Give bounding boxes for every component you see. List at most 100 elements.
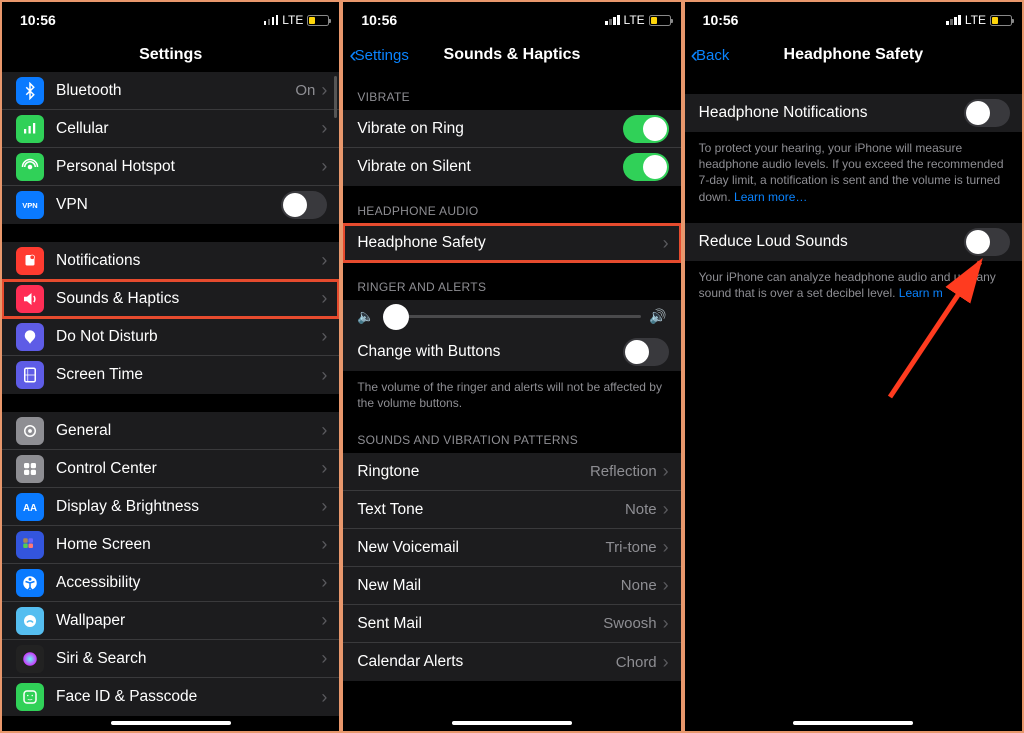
row-label: Calendar Alerts (357, 653, 615, 671)
row-sent-mail[interactable]: Sent MailSwoosh› (343, 605, 680, 643)
section-headphone: Headphone Audio (343, 186, 680, 224)
row-notifications[interactable]: Notifications› (2, 242, 339, 280)
sounds-list[interactable]: Vibrate Vibrate on RingVibrate on Silent… (343, 72, 680, 731)
status-right: LTE (605, 13, 671, 27)
page-title: Sounds & Haptics (444, 46, 581, 64)
row-label: Home Screen (56, 536, 321, 554)
row-wallpaper[interactable]: Wallpaper› (2, 602, 339, 640)
row-vpn[interactable]: VPNVPN (2, 186, 339, 224)
row-label: Reduce Loud Sounds (699, 233, 964, 251)
chevron-right-icon: › (321, 365, 327, 386)
row-new-mail[interactable]: New MailNone › (343, 567, 680, 605)
row-label: Face ID & Passcode (56, 688, 321, 706)
ringer-footnote: The volume of the ringer and alerts will… (343, 371, 680, 415)
row-detail: Reflection (590, 463, 657, 480)
status-bar: 10:56 LTE (685, 2, 1022, 38)
nav-bar: Settings (2, 38, 339, 72)
row-screen-time[interactable]: Screen Time› (2, 356, 339, 394)
homescreen-icon (16, 531, 44, 559)
row-general[interactable]: General› (2, 412, 339, 450)
battery-icon (649, 15, 671, 26)
status-right: LTE (946, 13, 1012, 27)
scroll-indicator[interactable] (334, 76, 337, 118)
chevron-right-icon: › (321, 572, 327, 593)
status-time: 10:56 (361, 12, 397, 28)
general-icon (16, 417, 44, 445)
svg-text:VPN: VPN (22, 201, 37, 210)
row-headphone-notifications[interactable]: Headphone Notifications (685, 94, 1022, 132)
row-change-with-buttons[interactable]: Change with Buttons (343, 333, 680, 371)
status-time: 10:56 (703, 12, 739, 28)
chevron-right-icon: › (321, 458, 327, 479)
toggle[interactable] (623, 115, 669, 143)
row-text-tone[interactable]: Text ToneNote› (343, 491, 680, 529)
row-detail: Chord (616, 654, 657, 671)
sounds-icon (16, 285, 44, 313)
svg-text:AA: AA (23, 502, 37, 513)
row-label: Display & Brightness (56, 498, 321, 516)
bluetooth-icon (16, 77, 44, 105)
home-indicator[interactable] (111, 721, 231, 725)
row-label: Headphone Safety (357, 234, 662, 252)
learn-more-link[interactable]: Learn m (899, 286, 943, 300)
row-face-id-passcode[interactable]: Face ID & Passcode› (2, 678, 339, 716)
volume-low-icon: 🔈 (357, 308, 374, 325)
row-label: Accessibility (56, 574, 321, 592)
row-headphone-safety[interactable]: Headphone Safety › (343, 224, 680, 262)
headphone-safety-list[interactable]: Headphone Notifications To protect your … (685, 72, 1022, 731)
chevron-right-icon: › (321, 420, 327, 441)
chevron-right-icon: › (321, 534, 327, 555)
toggle-headphone-notifications[interactable] (964, 99, 1010, 127)
row-vibrate-on-silent[interactable]: Vibrate on Silent (343, 148, 680, 186)
row-display-brightness[interactable]: AADisplay & Brightness› (2, 488, 339, 526)
chevron-right-icon: › (321, 610, 327, 631)
row-accessibility[interactable]: Accessibility› (2, 564, 339, 602)
row-do-not-disturb[interactable]: Do Not Disturb› (2, 318, 339, 356)
slider-knob[interactable] (383, 304, 409, 330)
chevron-right-icon: › (321, 326, 327, 347)
row-vibrate-on-ring[interactable]: Vibrate on Ring (343, 110, 680, 148)
status-time: 10:56 (20, 12, 56, 28)
learn-more-link[interactable]: Learn more… (734, 190, 807, 204)
chevron-right-icon: › (663, 575, 669, 596)
row-personal-hotspot[interactable]: Personal Hotspot› (2, 148, 339, 186)
row-detail: Note (625, 501, 657, 518)
row-new-voicemail[interactable]: New VoicemailTri-tone› (343, 529, 680, 567)
chevron-right-icon: › (321, 648, 327, 669)
row-control-center[interactable]: Control Center› (2, 450, 339, 488)
row-label: New Mail (357, 577, 620, 595)
chevron-right-icon: › (321, 80, 327, 101)
network-label: LTE (282, 13, 303, 27)
row-bluetooth[interactable]: BluetoothOn› (2, 72, 339, 110)
chevron-right-icon: › (663, 652, 669, 673)
row-cellular[interactable]: Cellular› (2, 110, 339, 148)
ringer-volume-slider[interactable]: 🔈 🔊 (343, 300, 680, 333)
back-button[interactable]: ‹ Back (691, 44, 730, 66)
row-detail: Swoosh (603, 615, 656, 632)
row-calendar-alerts[interactable]: Calendar AlertsChord › (343, 643, 680, 681)
screen-headphone-safety: 10:56 LTE ‹ Back Headphone Safety Headph… (685, 2, 1022, 731)
toggle[interactable] (281, 191, 327, 219)
slider-track[interactable] (383, 315, 641, 318)
settings-list[interactable]: BluetoothOn›Cellular›Personal Hotspot›VP… (2, 72, 339, 731)
status-bar: 10:56 LTE (2, 2, 339, 38)
home-indicator[interactable] (793, 721, 913, 725)
screentime-icon (16, 361, 44, 389)
reduce-footnote: Your iPhone can analyze headphone audio … (685, 261, 1022, 305)
row-home-screen[interactable]: Home Screen› (2, 526, 339, 564)
row-reduce-loud-sounds[interactable]: Reduce Loud Sounds (685, 223, 1022, 261)
home-indicator[interactable] (452, 721, 572, 725)
row-detail: None (621, 577, 657, 594)
row-label: Vibrate on Silent (357, 158, 622, 176)
toggle[interactable] (623, 153, 669, 181)
row-ringtone[interactable]: RingtoneReflection› (343, 453, 680, 491)
toggle-reduce-loud-sounds[interactable] (964, 228, 1010, 256)
row-detail: On (295, 82, 315, 99)
back-button[interactable]: ‹ Settings (349, 44, 409, 66)
row-label: Screen Time (56, 366, 321, 384)
toggle-change-buttons[interactable] (623, 338, 669, 366)
row-sounds-haptics[interactable]: Sounds & Haptics› (2, 280, 339, 318)
volume-high-icon: 🔊 (649, 308, 666, 325)
row-siri-search[interactable]: Siri & Search› (2, 640, 339, 678)
status-right: LTE (264, 13, 330, 27)
